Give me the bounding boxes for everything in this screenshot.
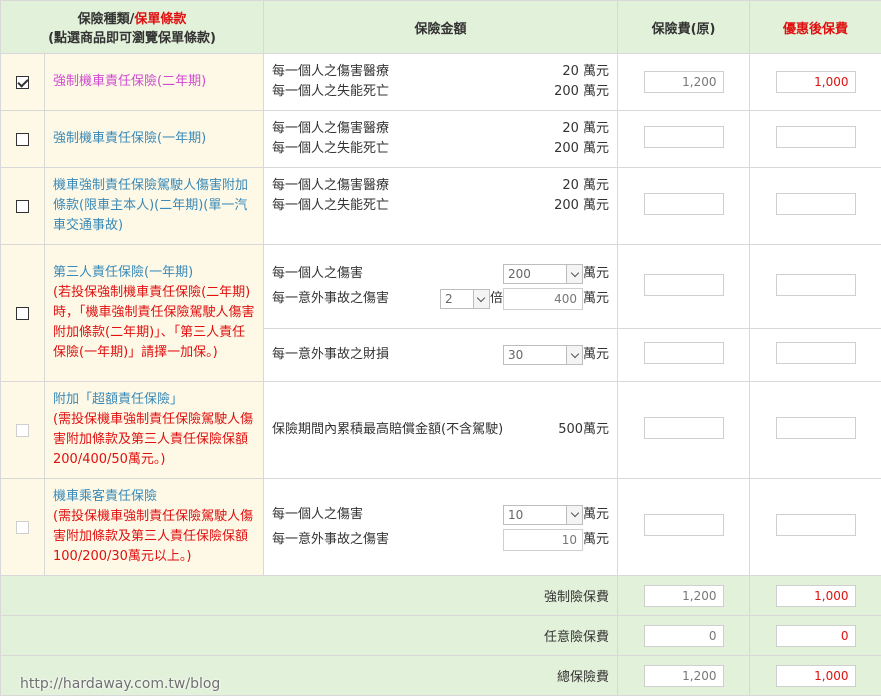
chevron-down-icon	[472, 290, 489, 308]
checkbox-r6[interactable]	[16, 520, 29, 534]
amount-label: 每一意外事故之傷害	[272, 531, 390, 547]
discount-premium-field[interactable]	[775, 417, 856, 439]
discount-premium-field[interactable]: 1,000	[775, 71, 856, 93]
select-value: 2	[444, 292, 453, 306]
orig-premium-field[interactable]	[643, 126, 724, 148]
amount-value: 200 萬元	[554, 141, 610, 156]
chevron-down-icon	[566, 265, 582, 283]
amount-value: 20 萬元	[562, 121, 610, 136]
product-link-driver-injury-rider[interactable]: 機車強制責任保險駕駛人傷害附加條款(限車主本人)(二年期)(單一汽車交通事故)	[53, 178, 248, 233]
orig-premium-field[interactable]	[643, 342, 724, 364]
amount-label: 每一個人之失能死亡	[272, 84, 390, 99]
injury-per-accident-field[interactable]: 400	[503, 288, 583, 310]
select-value: 200	[508, 267, 531, 281]
select-value: 30	[508, 348, 524, 362]
header-amount: 保險金額	[263, 0, 619, 54]
optional-disc-field[interactable]: 0	[775, 624, 856, 647]
summary-row-optional: 任意險保費 0 0	[0, 615, 881, 656]
watermark: http://hardaway.com.tw/blog	[20, 676, 221, 692]
summary-row-compulsory: 強制險保費 1,200 1,000	[0, 575, 881, 616]
amount-label: 每一個人之傷害	[272, 506, 364, 522]
select-value: 10	[508, 507, 524, 522]
header-type-hint: (點選商品即可瀏覽保單條款)	[48, 31, 216, 46]
discount-premium-field[interactable]	[775, 514, 856, 536]
product-note: (需投保機車強制責任保險駕駛人傷害附加條款及第三人責任保險保額100/200/3…	[53, 509, 254, 564]
orig-premium-field[interactable]: 1,200	[643, 71, 724, 93]
amount-label: 每一個人之傷害	[272, 266, 364, 281]
table-row: 機車乘客責任保險 (需投保機車強制責任保險駕駛人傷害附加條款及第三人責任保險保額…	[0, 478, 881, 576]
amount-value: 200 萬元	[554, 84, 610, 99]
header-type: 保險種類/保單條款 (點選商品即可瀏覽保單條款)	[0, 0, 265, 54]
summary-label: 強制險保費	[0, 575, 619, 616]
summary-label: 任意險保費	[0, 615, 619, 656]
orig-premium-field[interactable]	[643, 273, 724, 296]
header-policy-terms: 保單條款	[134, 12, 187, 27]
amount-unit: 萬元	[583, 506, 610, 522]
multiplier-unit: 倍	[489, 291, 503, 306]
checkbox-r4[interactable]	[16, 306, 29, 320]
table-row: 機車強制責任保險駕駛人傷害附加條款(限車主本人)(二年期)(單一汽車交通事故) …	[0, 167, 881, 245]
amount-unit: 萬元	[583, 266, 610, 281]
amount-label: 每一意外事故之傷害	[272, 291, 390, 306]
amount-value: 20 萬元	[562, 64, 610, 79]
insurance-table: 保險種類/保單條款 (點選商品即可瀏覽保單條款) 保險金額 保險費(原) 優惠後…	[0, 0, 881, 696]
amount-label: 每一個人之傷害醫療	[272, 121, 390, 136]
amount-unit: 萬元	[583, 291, 610, 306]
discount-premium-field[interactable]	[775, 342, 856, 364]
header-orig-premium: 保險費(原)	[617, 0, 751, 54]
checkbox-r3[interactable]	[16, 199, 29, 213]
amount-unit: 萬元	[583, 347, 610, 362]
amount-value: 500萬元	[558, 422, 610, 437]
table-row: 附加「超額責任保險」 (需投保機車強制責任保險駕駛人傷害附加條款及第三人責任保險…	[0, 381, 881, 479]
product-link-compulsory-1yr[interactable]: 強制機車責任保險(一年期)	[53, 131, 206, 146]
passenger-per-accident-field[interactable]: 10	[503, 528, 583, 551]
chevron-down-icon	[566, 346, 582, 364]
orig-premium-field[interactable]	[643, 514, 724, 536]
amount-label: 每一個人之失能死亡	[272, 198, 390, 213]
table-header: 保險種類/保單條款 (點選商品即可瀏覽保單條款) 保險金額 保險費(原) 優惠後…	[0, 0, 881, 54]
amount-label: 每一個人之傷害醫療	[272, 178, 390, 193]
checkbox-r5[interactable]	[16, 423, 29, 437]
amount-label: 保險期間內累積最高賠償金額(不含駕駛)	[272, 422, 504, 437]
discount-premium-field[interactable]	[775, 126, 856, 148]
compulsory-disc-field[interactable]: 1,000	[775, 584, 856, 607]
checkbox-r2[interactable]	[16, 132, 29, 146]
amount-label: 每一個人之失能死亡	[272, 141, 390, 156]
optional-orig-field[interactable]: 0	[643, 624, 724, 647]
discount-premium-field[interactable]	[775, 193, 856, 215]
amount-label: 每一意外事故之財損	[272, 347, 390, 362]
checkbox-r1[interactable]	[16, 75, 29, 89]
total-disc-field[interactable]: 1,000	[775, 664, 856, 687]
amount-label: 每一個人之傷害醫療	[272, 64, 390, 79]
passenger-injury-select[interactable]: 10	[503, 504, 583, 525]
amount-value: 20 萬元	[562, 178, 610, 193]
total-orig-field[interactable]: 1,200	[643, 664, 724, 687]
discount-premium-field[interactable]	[775, 273, 856, 296]
table-row: 第三人責任保險(一年期) (若投保強制機車責任保險(二年期)時，「機車強制責任保…	[0, 244, 881, 382]
header-discount-premium: 優惠後保費	[749, 0, 881, 54]
chevron-down-icon	[566, 505, 582, 524]
injury-per-person-select[interactable]: 200	[503, 264, 583, 284]
property-damage-select[interactable]: 30	[503, 345, 583, 365]
product-link-excess-liability[interactable]: 附加「超額責任保險」	[53, 392, 183, 407]
orig-premium-field[interactable]	[643, 417, 724, 439]
multiplier-select[interactable]: 2	[439, 289, 490, 309]
amount-value: 200 萬元	[554, 198, 610, 213]
table-row: 強制機車責任保險(二年期) 每一個人之傷害醫療 20 萬元 每一個人之失能死亡 20…	[0, 53, 881, 111]
header-type-label: 保險種類/	[77, 12, 135, 27]
table-row: 強制機車責任保險(一年期) 每一個人之傷害醫療 20 萬元 每一個人之失能死亡 20…	[0, 110, 881, 168]
product-link-compulsory-2yr[interactable]: 強制機車責任保險(二年期)	[53, 74, 206, 89]
orig-premium-field[interactable]	[643, 193, 724, 215]
compulsory-orig-field[interactable]: 1,200	[643, 584, 724, 607]
product-link-third-party[interactable]: 第三人責任保險(一年期)	[53, 265, 193, 280]
product-note: (需投保機車強制責任保險駕駛人傷害附加條款及第三人責任保險保額200/400/5…	[53, 412, 254, 467]
amount-unit: 萬元	[583, 531, 610, 547]
product-link-passenger-liability[interactable]: 機車乘客責任保險	[53, 489, 157, 504]
product-note: (若投保強制機車責任保險(二年期)時，「機車強制責任保險駕駛人傷害附加條款(二年…	[53, 285, 255, 360]
